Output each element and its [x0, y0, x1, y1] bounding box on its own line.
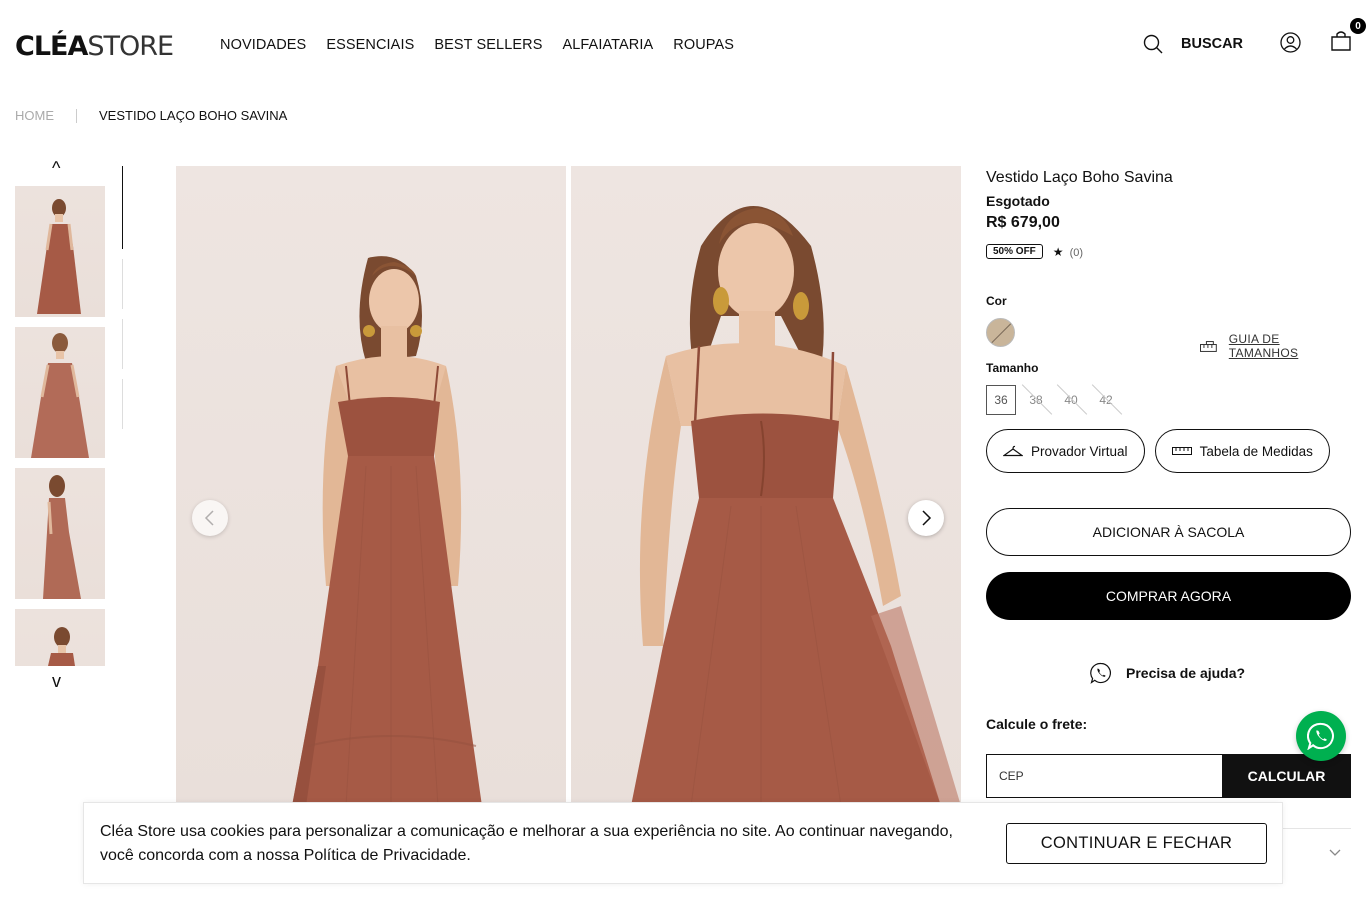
size-label: Tamanho	[986, 361, 1039, 375]
discount-badge: 50% OFF	[986, 244, 1043, 259]
whatsapp-float-button[interactable]	[1296, 711, 1346, 761]
dress-photo	[631, 206, 961, 806]
search-button[interactable]: BUSCAR	[1143, 34, 1243, 54]
breadcrumb-divider	[76, 108, 77, 123]
thumbnail-4[interactable]	[15, 609, 105, 666]
breadcrumb-current: VESTIDO LAÇO BOHO SAVINA	[99, 108, 288, 123]
chevron-right-icon	[922, 510, 932, 526]
logo-bold: CLÉA	[15, 31, 88, 62]
thumbnail-2[interactable]	[15, 327, 105, 458]
nav-roupas[interactable]: ROUPAS	[673, 37, 734, 53]
help-link[interactable]: Precisa de ajuda?	[1090, 662, 1245, 684]
help-label: Precisa de ajuda?	[1126, 665, 1246, 681]
cookie-text: Cléa Store usa cookies para personalizar…	[100, 823, 953, 864]
ruler-icon	[1200, 340, 1217, 352]
whatsapp-icon	[1307, 722, 1334, 750]
buy-now-button[interactable]: COMPRAR AGORA	[986, 572, 1351, 620]
bag-button[interactable]	[1330, 30, 1352, 57]
product-gallery	[176, 166, 961, 806]
star-icon: ★	[1052, 244, 1064, 259]
nav-alfaiataria[interactable]: ALFAIATARIA	[562, 37, 653, 53]
breadcrumb-home[interactable]: HOME	[15, 108, 54, 123]
color-swatch[interactable]	[986, 318, 1015, 347]
gallery-prev-button[interactable]	[192, 500, 228, 536]
dress-photo-thumb	[37, 199, 81, 314]
cookie-banner: Cléa Store usa cookies para personalizar…	[83, 802, 1283, 884]
measure-table-button[interactable]: Tabela de Medidas	[1154, 429, 1330, 473]
size-guide-label: GUIA DE TAMANHOS	[1228, 332, 1299, 360]
virtual-fitting-label: Provador Virtual	[1031, 443, 1128, 459]
rating[interactable]: ★ (0)	[1053, 245, 1083, 259]
dress-photo	[292, 256, 482, 806]
add-to-bag-button[interactable]: ADICIONAR À SACOLA	[986, 508, 1351, 556]
size-guide-link[interactable]: GUIA DE TAMANHOS	[1200, 332, 1351, 360]
hanger-icon	[1003, 445, 1023, 457]
rating-count: (0)	[1069, 246, 1084, 259]
breadcrumb: HOME VESTIDO LAÇO BOHO SAVINA	[15, 108, 287, 123]
size-options: 36 38 40 42	[986, 385, 1121, 415]
virtual-fitting-button[interactable]: Provador Virtual	[986, 429, 1145, 473]
search-icon	[1143, 34, 1163, 54]
size-option-42[interactable]: 42	[1091, 385, 1121, 415]
thumbnail-3[interactable]	[15, 468, 105, 599]
badges-row: 50% OFF ★ (0)	[986, 244, 1351, 259]
thumbnail-scrollbar[interactable]	[122, 166, 123, 429]
site-header: CLÉASTORE NOVIDADES ESSENCIAIS BEST SELL…	[0, 0, 1366, 90]
thumbnail-list	[15, 186, 105, 666]
cookie-accept-button[interactable]: CONTINUAR E FECHAR	[1006, 823, 1267, 864]
nav-best-sellers[interactable]: BEST SELLERS	[434, 37, 542, 53]
dress-photo-thumb	[31, 333, 89, 458]
scrollbar-thumb[interactable]	[122, 166, 123, 249]
gallery-next-button[interactable]	[908, 500, 944, 536]
user-icon	[1280, 32, 1301, 53]
thumbnail-1[interactable]	[15, 186, 105, 317]
account-button[interactable]	[1280, 32, 1301, 58]
thumbnails-up-button[interactable]: ^	[52, 158, 60, 179]
thumbnails-down-button[interactable]: v	[52, 671, 61, 692]
shipping-label: Calcule o frete:	[986, 716, 1088, 732]
chevron-left-icon	[204, 510, 214, 526]
scrollbar-track	[122, 379, 123, 429]
product-info: Vestido Laço Boho Savina Esgotado R$ 679…	[986, 166, 1351, 856]
color-label: Cor	[986, 294, 1007, 308]
cep-input[interactable]	[986, 754, 1223, 798]
measure-table-label: Tabela de Medidas	[1199, 443, 1313, 459]
nav-novidades[interactable]: NOVIDADES	[220, 37, 306, 53]
product-photo-1[interactable]	[176, 166, 566, 806]
product-photo-2[interactable]	[571, 166, 961, 806]
whatsapp-icon	[1090, 662, 1111, 684]
ruler-icon	[1171, 447, 1192, 455]
size-option-38[interactable]: 38	[1021, 385, 1051, 415]
size-option-36[interactable]: 36	[986, 385, 1016, 415]
stock-status: Esgotado	[986, 193, 1050, 209]
main-nav: NOVIDADES ESSENCIAIS BEST SELLERS ALFAIA…	[220, 37, 734, 53]
logo[interactable]: CLÉASTORE	[15, 31, 174, 62]
logo-light: STORE	[87, 31, 174, 62]
product-title: Vestido Laço Boho Savina	[986, 169, 1173, 186]
nav-essenciais[interactable]: ESSENCIAIS	[326, 37, 414, 53]
product-price: R$ 679,00	[986, 214, 1060, 231]
scrollbar-track	[122, 319, 123, 369]
fit-tools: Provador Virtual Tabela de Medidas	[986, 429, 1330, 473]
dress-photo-thumb	[43, 475, 81, 599]
scrollbar-track	[122, 259, 123, 309]
calculate-button[interactable]: CALCULAR	[1222, 754, 1351, 798]
search-label: BUSCAR	[1181, 36, 1244, 52]
dress-photo-thumb	[48, 627, 75, 666]
chevron-down-icon	[1329, 849, 1341, 856]
bag-count-badge: 0	[1350, 18, 1366, 34]
size-option-40[interactable]: 40	[1056, 385, 1086, 415]
shopping-bag-icon	[1331, 31, 1351, 51]
